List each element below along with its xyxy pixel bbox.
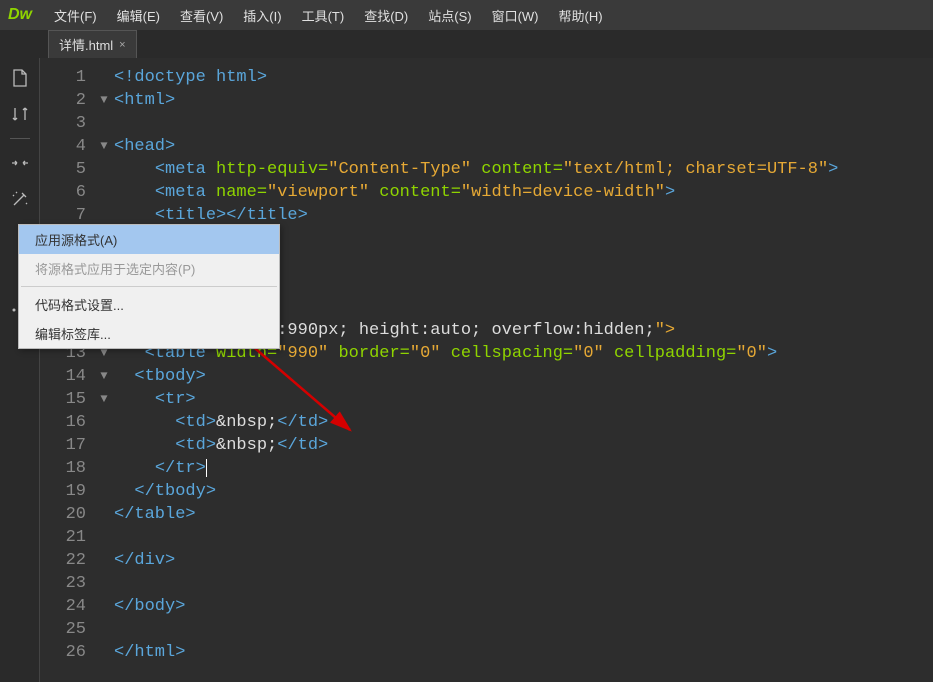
- separator: [21, 286, 277, 287]
- menu-find[interactable]: 查找(D): [354, 6, 418, 25]
- line-number: 21: [40, 526, 94, 549]
- menu-window[interactable]: 窗口(W): [482, 6, 549, 25]
- fold-icon[interactable]: ▼: [94, 365, 114, 388]
- line-number: 5: [40, 158, 94, 181]
- line-number: 17: [40, 434, 94, 457]
- line-number: 2: [40, 89, 94, 112]
- toolbar-sidebar: [0, 58, 40, 682]
- menu-tools[interactable]: 工具(T): [292, 6, 355, 25]
- menu-help[interactable]: 帮助(H): [549, 6, 613, 25]
- menu-apply-source-format[interactable]: 应用源格式(A): [19, 225, 279, 254]
- line-number: 15: [40, 388, 94, 411]
- line-number: 24: [40, 595, 94, 618]
- line-number: 19: [40, 480, 94, 503]
- menu-edit[interactable]: 编辑(E): [107, 6, 170, 25]
- line-number: 25: [40, 618, 94, 641]
- tab-label: 详情.html: [59, 35, 113, 54]
- line-number: 20: [40, 503, 94, 526]
- close-icon[interactable]: ×: [119, 39, 125, 51]
- app-logo: Dw: [8, 6, 32, 24]
- menu-view[interactable]: 查看(V): [170, 6, 233, 25]
- menu-edit-tag-library[interactable]: 编辑标签库...: [19, 319, 279, 348]
- fold-icon[interactable]: ▼: [94, 135, 114, 158]
- line-number: 16: [40, 411, 94, 434]
- expand-icon[interactable]: [8, 151, 32, 175]
- line-number: 26: [40, 641, 94, 664]
- file-tab[interactable]: 详情.html ×: [48, 30, 137, 58]
- context-menu: 应用源格式(A) 将源格式应用于选定内容(P) 代码格式设置... 编辑标签库.…: [18, 224, 280, 349]
- code-editor[interactable]: 1<!doctype html> 2▼<html> 3 4▼<head> 5 <…: [40, 58, 933, 682]
- menubar: Dw 文件(F) 编辑(E) 查看(V) 插入(I) 工具(T) 查找(D) 站…: [0, 0, 933, 30]
- separator: [10, 138, 30, 139]
- fold-icon[interactable]: ▼: [94, 388, 114, 411]
- menu-file[interactable]: 文件(F): [44, 6, 107, 25]
- line-number: 1: [40, 66, 94, 89]
- line-number: 18: [40, 457, 94, 480]
- line-number: 22: [40, 549, 94, 572]
- file-icon[interactable]: [8, 66, 32, 90]
- menu-code-format-settings[interactable]: 代码格式设置...: [19, 290, 279, 319]
- line-number: 6: [40, 181, 94, 204]
- fold-icon[interactable]: ▼: [94, 89, 114, 112]
- line-number: 14: [40, 365, 94, 388]
- line-number: 3: [40, 112, 94, 135]
- swap-icon[interactable]: [8, 102, 32, 126]
- line-number: 4: [40, 135, 94, 158]
- menu-site[interactable]: 站点(S): [418, 6, 481, 25]
- menu-apply-to-selection: 将源格式应用于选定内容(P): [19, 254, 279, 283]
- tabbar: 详情.html ×: [0, 30, 933, 58]
- wand-icon[interactable]: [8, 187, 32, 211]
- menu-insert[interactable]: 插入(I): [233, 6, 291, 25]
- line-number: 23: [40, 572, 94, 595]
